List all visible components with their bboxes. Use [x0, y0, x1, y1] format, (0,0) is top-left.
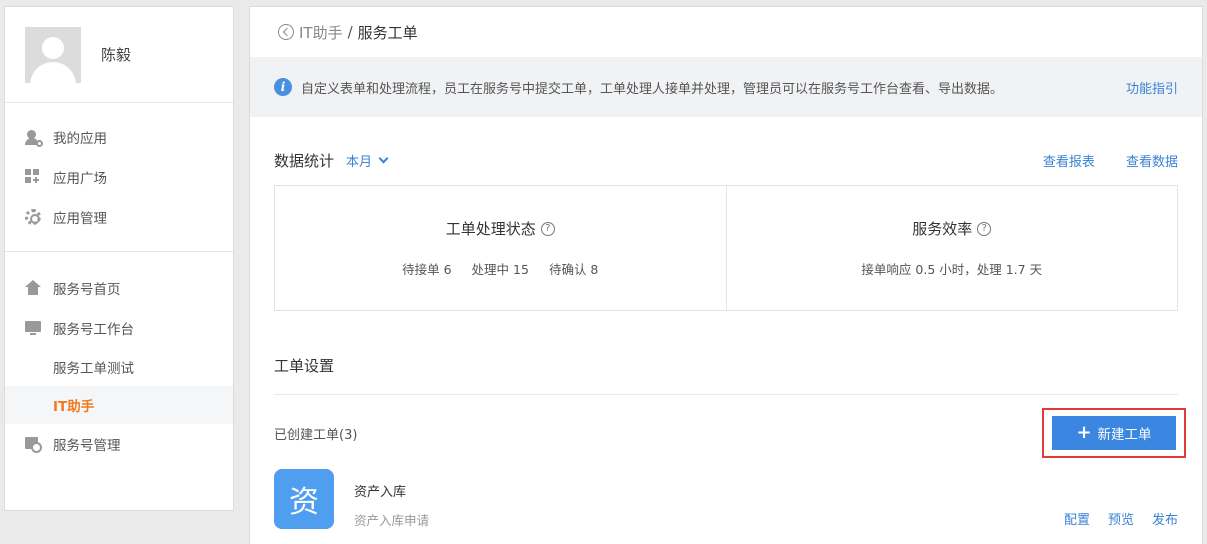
- page-title: 服务工单: [357, 23, 418, 42]
- breadcrumb: IT助手 / 服务工单: [250, 7, 1202, 57]
- nav-group-service: 服务号首页 服务号工作台 服务工单测试 IT助手 服务号管理: [5, 252, 233, 478]
- avatar[interactable]: [25, 26, 81, 83]
- period-value: 本月: [346, 154, 373, 170]
- stats-panel: 工单处理状态 ? 待接单 6 处理中 15 待确认 8 服务效率 ? 接单响应 …: [274, 185, 1178, 311]
- nav-group-apps: 我的应用 应用广场 应用管理: [5, 103, 233, 252]
- sidebar-item-service-home[interactable]: 服务号首页: [5, 268, 233, 308]
- home-icon: [25, 280, 41, 296]
- sidebar: 陈毅 我的应用 应用广场 应用管理 服务号首页 服务号工作台 服务工单测试 IT…: [4, 6, 234, 511]
- grid-icon: [25, 169, 41, 185]
- stat-value: 待确认 8: [548, 262, 599, 277]
- feature-guide-link[interactable]: 功能指引: [1126, 78, 1178, 97]
- highlight-box: + 新建工单: [1042, 408, 1186, 458]
- manage-icon: [25, 436, 42, 453]
- sidebar-item-service-workbench[interactable]: 服务号工作台: [5, 308, 233, 348]
- divider: [274, 394, 1178, 395]
- gear-icon: [25, 209, 41, 225]
- period-dropdown[interactable]: 本月: [346, 151, 389, 170]
- sidebar-item-label: 应用广场: [53, 171, 107, 187]
- configure-link[interactable]: 配置: [1064, 509, 1090, 528]
- sidebar-item-label: 服务工单测试: [53, 361, 134, 377]
- user-app-icon: [25, 129, 43, 147]
- sidebar-item-it-assistant[interactable]: IT助手: [5, 386, 233, 424]
- item-name: 资产入库: [354, 485, 407, 500]
- sidebar-item-label: 服务号管理: [53, 438, 121, 454]
- stat-title: 工单处理状态: [445, 220, 536, 238]
- help-icon[interactable]: ?: [540, 221, 555, 236]
- publish-link[interactable]: 发布: [1152, 509, 1178, 528]
- list-item: 资 资产入库 资产入库申请 配置 预览 发布: [250, 469, 1202, 529]
- ticket-app-icon[interactable]: 资: [274, 469, 334, 529]
- sidebar-item-label: 我的应用: [53, 131, 107, 147]
- info-icon: i: [274, 78, 292, 96]
- monitor-icon: [25, 320, 41, 336]
- help-icon[interactable]: ?: [977, 221, 992, 236]
- sidebar-item-label: 应用管理: [53, 211, 107, 227]
- settings-title: 工单设置: [274, 357, 335, 375]
- sidebar-item-app-manage[interactable]: 应用管理: [5, 197, 233, 237]
- stats-header: 数据统计 本月 查看报表 查看数据: [250, 149, 1202, 171]
- preview-link[interactable]: 预览: [1108, 509, 1134, 528]
- sidebar-item-app-square[interactable]: 应用广场: [5, 157, 233, 197]
- created-row: 已创建工单(3) + 新建工单: [250, 403, 1202, 463]
- sidebar-item-label: 服务号首页: [53, 282, 121, 298]
- chevron-down-icon: [378, 153, 389, 163]
- sidebar-item-label: IT助手: [53, 399, 95, 415]
- breadcrumb-parent[interactable]: IT助手: [299, 22, 343, 43]
- stats-title: 数据统计: [274, 151, 335, 170]
- stat-value: 接单响应 0.5 小时，处理 1.7 天: [861, 262, 1043, 277]
- view-report-link[interactable]: 查看报表: [1043, 155, 1095, 170]
- back-icon[interactable]: [278, 24, 294, 40]
- created-count-label: 已创建工单(3): [274, 427, 358, 443]
- new-ticket-label: 新建工单: [1097, 427, 1152, 443]
- main-panel: IT助手 / 服务工单 i 自定义表单和处理流程，员工在服务号中提交工单，工单处…: [249, 6, 1203, 544]
- breadcrumb-separator: /: [347, 23, 353, 41]
- item-desc: 资产入库申请: [354, 513, 430, 528]
- stat-service-efficiency: 服务效率 ? 接单响应 0.5 小时，处理 1.7 天: [725, 186, 1178, 310]
- view-data-link[interactable]: 查看数据: [1126, 155, 1178, 170]
- user-name: 陈毅: [101, 46, 132, 64]
- sidebar-item-service-manage[interactable]: 服务号管理: [5, 424, 233, 464]
- stat-value: 待接单 6: [402, 262, 452, 277]
- new-ticket-button[interactable]: + 新建工单: [1052, 416, 1176, 450]
- notice-text: 自定义表单和处理流程，员工在服务号中提交工单，工单处理人接单并处理，管理员可以在…: [301, 81, 1004, 97]
- user-profile: 陈毅: [5, 7, 233, 103]
- info-notice: i 自定义表单和处理流程，员工在服务号中提交工单，工单处理人接单并处理，管理员可…: [250, 57, 1202, 117]
- sidebar-item-label: 服务号工作台: [53, 322, 134, 338]
- sidebar-item-my-apps[interactable]: 我的应用: [5, 117, 233, 157]
- plus-icon: +: [1076, 422, 1092, 443]
- stat-title: 服务效率: [912, 220, 973, 238]
- stat-value: 处理中 15: [471, 262, 529, 277]
- stat-ticket-status: 工单处理状态 ? 待接单 6 处理中 15 待确认 8: [275, 186, 726, 310]
- sidebar-item-ticket-test[interactable]: 服务工单测试: [5, 348, 233, 386]
